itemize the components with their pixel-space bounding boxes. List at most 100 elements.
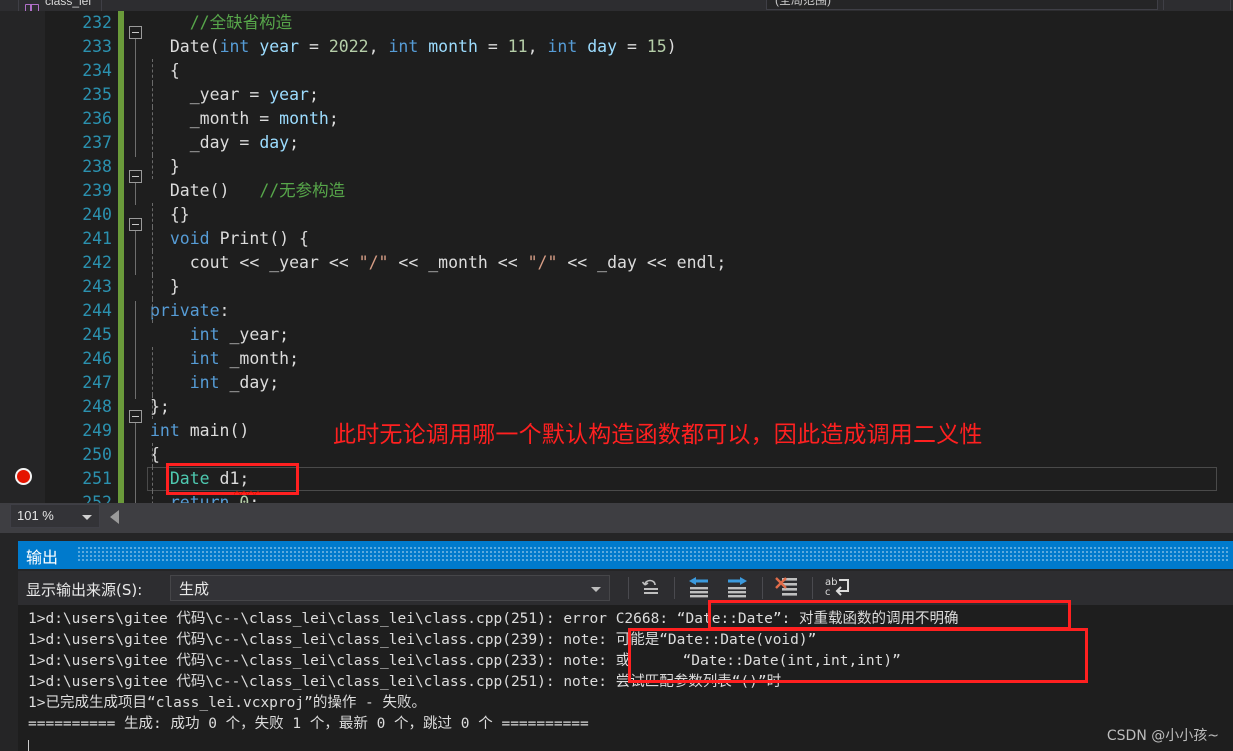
- code-line: 236 _month = month;: [0, 107, 1233, 131]
- code-text: }: [150, 157, 180, 176]
- editor-status-row: 101 %: [0, 503, 1233, 533]
- indent-guide: [152, 443, 153, 467]
- line-number: 236: [82, 109, 112, 128]
- code-text: int _day;: [189, 373, 280, 392]
- code-text: _year = year;: [189, 85, 319, 104]
- cancel-build-button[interactable]: [774, 575, 804, 601]
- code-text: int _year;: [189, 325, 290, 344]
- code-line: 238 }: [0, 155, 1233, 179]
- output-pane: 输出 显示输出来源(S): 生成 ab c 1>d:\users\gitee 代…: [0, 533, 1233, 751]
- code-line: 240 {}: [0, 203, 1233, 227]
- clear-pane-button[interactable]: [640, 575, 670, 601]
- code-line: 242 cout << _year << "/" << _month << "/…: [0, 251, 1233, 275]
- code-line: 245 int _year;: [0, 323, 1233, 347]
- indent-guide: [152, 227, 153, 251]
- line-number: 233: [82, 37, 112, 56]
- line-number: 237: [82, 133, 112, 152]
- code-editor[interactable]: 232 //全缺省构造 233 Date(int year = 2022, int…: [0, 11, 1233, 503]
- indent-guide: [152, 347, 153, 371]
- indent-guide: [152, 251, 153, 275]
- line-number: 243: [82, 277, 112, 296]
- line-number: 249: [82, 421, 112, 440]
- code-line: 239 Date() //无参构造: [0, 179, 1233, 203]
- previous-message-button[interactable]: [686, 575, 716, 601]
- word-wrap-button[interactable]: ab c: [824, 575, 854, 601]
- drag-handle-dots[interactable]: [78, 547, 1229, 563]
- line-number: 238: [82, 157, 112, 176]
- line-number: 248: [82, 397, 112, 416]
- indent-guide: [152, 395, 153, 419]
- code-text: cout << _year << "/" << _month << "/" <<…: [189, 253, 727, 272]
- horizontal-scroll-left-button[interactable]: [110, 510, 119, 524]
- output-line: ========== 生成: 成功 0 个，失败 1 个，最新 0 个，跳过 0…: [28, 716, 589, 732]
- code-text: {: [150, 61, 180, 80]
- indent-guide: [152, 83, 153, 107]
- line-number: 234: [82, 61, 112, 80]
- go-to-previous-message-icon: [689, 577, 708, 598]
- indent-guide: [152, 107, 153, 131]
- tool-window-tab[interactable]: [1163, 0, 1231, 10]
- output-line: 1>d:\users\gitee 代码\c--\class_lei\class_…: [28, 653, 901, 669]
- output-title: 输出: [26, 548, 59, 567]
- line-number: 247: [82, 373, 112, 392]
- line-number: 235: [82, 85, 112, 104]
- word-wrap-icon: ab c: [825, 577, 849, 598]
- code-line: 235 _year = year;: [0, 83, 1233, 107]
- zoom-level-combo[interactable]: 101 %: [10, 504, 100, 528]
- visual-studio-window: class_lei (全局范围) 232 //全缺省构造 233 Date(int…: [0, 0, 1233, 751]
- indent-guide: [152, 467, 153, 491]
- code-text: //全缺省构造: [189, 13, 293, 32]
- output-line: 1>d:\users\gitee 代码\c--\class_lei\class_…: [28, 674, 782, 690]
- indent-guide: [152, 155, 153, 179]
- output-source-select[interactable]: 生成: [170, 575, 610, 601]
- output-line: 1>d:\users\gitee 代码\c--\class_lei\class_…: [28, 632, 817, 648]
- document-tab-label: class_lei: [45, 0, 92, 8]
- code-text: }: [150, 277, 180, 296]
- indent-guide: [152, 131, 153, 155]
- output-line: 1>d:\users\gitee 代码\c--\class_lei\class_…: [28, 611, 959, 627]
- indent-guide: [152, 59, 153, 83]
- line-number: 244: [82, 301, 112, 320]
- toolbar-separator: [674, 577, 675, 599]
- output-source-label: 显示输出来源(S):: [26, 581, 143, 599]
- annotation-text: 此时无论调用哪一个默认构造函数都可以，因此造成调用二义性: [333, 422, 983, 448]
- code-text: int _month;: [189, 349, 300, 368]
- code-text: Date() //无参构造: [169, 181, 346, 200]
- next-message-button[interactable]: [724, 575, 754, 601]
- code-line: 244 private:: [0, 299, 1233, 323]
- indent-guide: [152, 299, 153, 323]
- code-line: 237 _day = day;: [0, 131, 1233, 155]
- zoom-level-label: 101 %: [17, 508, 54, 523]
- scope-selector[interactable]: (全局范围): [766, 0, 1158, 10]
- cpp-file-icon: [25, 4, 39, 11]
- output-line: 1>已完成生成项目“class_lei.vcxproj”的操作 - 失败。: [28, 695, 427, 711]
- toggle-output-icon: [775, 577, 797, 596]
- line-number: 252: [82, 493, 112, 503]
- code-line: 234 {: [0, 59, 1233, 83]
- code-text: {}: [150, 205, 190, 224]
- document-tab-class-lei[interactable]: class_lei: [18, 0, 103, 11]
- output-toolbar: 显示输出来源(S): 生成 ab c: [18, 571, 1233, 605]
- chevron-down-icon: [591, 587, 601, 592]
- code-text: _month = month;: [189, 109, 339, 128]
- code-line: 251 Date d1;: [0, 467, 1233, 491]
- line-number: 251: [82, 469, 112, 488]
- output-source-value: 生成: [179, 580, 210, 598]
- indent-guide: [152, 275, 153, 299]
- code-line: 246 int _month;: [0, 347, 1233, 371]
- output-text-area[interactable]: 1>d:\users\gitee 代码\c--\class_lei\class_…: [18, 605, 1233, 751]
- code-text: private:: [150, 301, 230, 320]
- document-tab-strip: class_lei (全局范围): [0, 0, 1233, 11]
- code-line: 233 Date(int year = 2022, int month = 11…: [0, 35, 1233, 59]
- code-line: 247 int _day;: [0, 371, 1233, 395]
- code-line: 243 }: [0, 275, 1233, 299]
- toolbar-separator: [762, 577, 763, 599]
- code-text: _day = day;: [189, 133, 300, 152]
- code-text: Date d1;: [169, 469, 250, 488]
- code-text: int main(): [150, 421, 250, 440]
- line-number: 232: [82, 13, 112, 32]
- output-title-bar[interactable]: 输出: [18, 541, 1233, 569]
- code-text: Date(int year = 2022, int month = 11, in…: [169, 37, 677, 56]
- indent-guide: [152, 371, 153, 395]
- indent-guide: [152, 491, 153, 503]
